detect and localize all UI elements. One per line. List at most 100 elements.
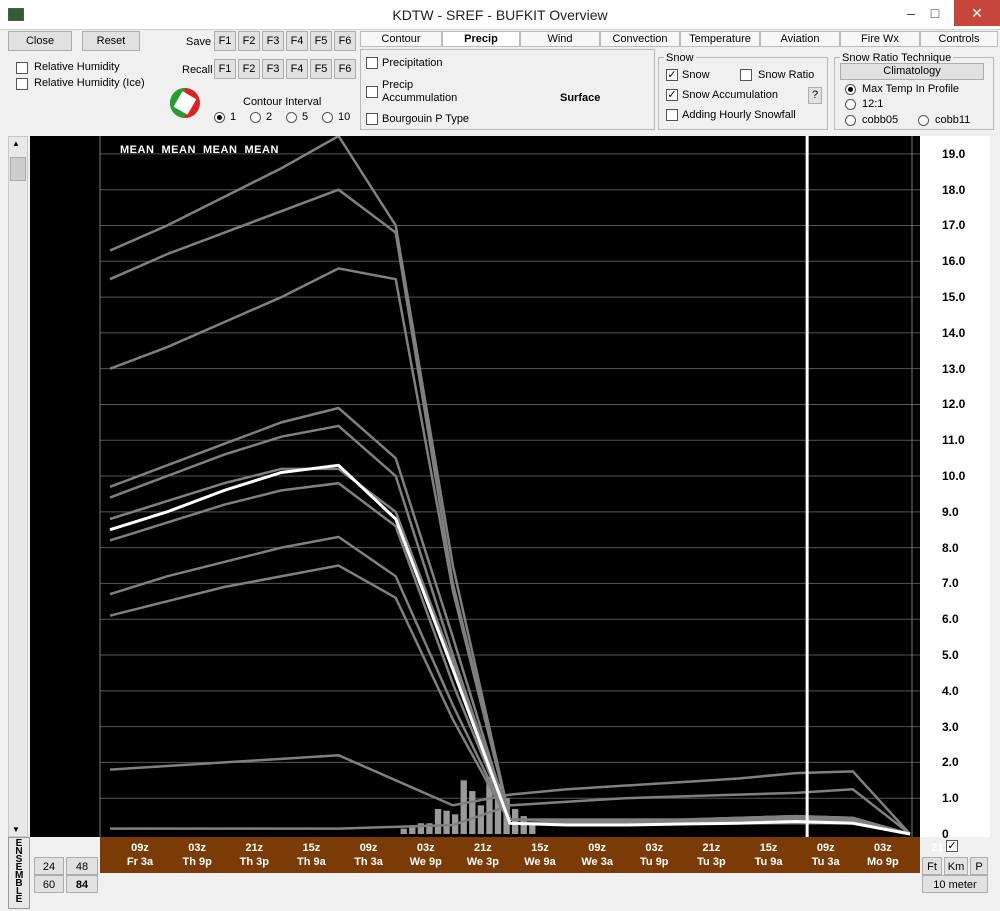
- recall-f4-button[interactable]: F4: [286, 59, 308, 79]
- hours-60-button[interactable]: 60: [34, 875, 64, 893]
- bufkit-logo-icon: [170, 88, 200, 118]
- tab-aviation[interactable]: Aviation: [760, 31, 840, 47]
- time-tick-day: Th 3p: [239, 856, 269, 868]
- save-label: Save: [186, 36, 212, 48]
- climatology-button[interactable]: Climatology: [840, 63, 984, 80]
- time-tick: 03z Tu 9p: [626, 841, 682, 869]
- hourly-snowfall-checkbox[interactable]: [666, 109, 678, 121]
- snow-accumulation-checkbox[interactable]: ✓: [666, 89, 678, 101]
- time-tick-hour: 09z: [131, 842, 149, 854]
- time-tick: 15z Tu 9a: [741, 841, 797, 869]
- tab-fire-wx[interactable]: Fire Wx: [840, 31, 920, 47]
- time-tick-day: Th 9a: [297, 856, 326, 868]
- hourly-snowfall-label: Adding Hourly Snowfall: [682, 109, 796, 121]
- time-tick-day: We 3a: [581, 856, 613, 868]
- tab-wind[interactable]: Wind: [520, 31, 600, 47]
- recall-f1-button[interactable]: F1: [214, 59, 236, 79]
- contour-interval-label: Contour Interval: [243, 96, 322, 108]
- precip-accumulation-checkbox[interactable]: [366, 86, 378, 98]
- time-tick-hour: 15z: [759, 842, 778, 854]
- save-f4-button[interactable]: F4: [286, 31, 308, 51]
- hours-24-button[interactable]: 24: [34, 857, 64, 875]
- tab-precip[interactable]: Precip: [442, 31, 520, 47]
- recall-f3-button[interactable]: F3: [262, 59, 284, 79]
- units-km-button[interactable]: Km: [944, 857, 968, 875]
- cobb05-radio[interactable]: [845, 115, 856, 126]
- snow-label: Snow: [682, 69, 710, 81]
- relative-humidity-ice-label: Relative Humidity (Ice): [34, 77, 145, 89]
- maximize-button[interactable]: □: [912, 0, 958, 26]
- save-f6-button[interactable]: F6: [334, 31, 356, 51]
- hours-48-button[interactable]: 48: [66, 857, 98, 875]
- snowfall-bar: [434, 808, 442, 834]
- snow-checkbox[interactable]: ✓: [666, 69, 678, 81]
- contour-interval-5-radio[interactable]: [286, 112, 297, 123]
- save-f5-button[interactable]: F5: [310, 31, 332, 51]
- time-tick: 09z Fr 3a: [112, 841, 168, 869]
- y-tick-label: 16.0: [942, 254, 966, 269]
- bourgouin-checkbox[interactable]: [366, 113, 378, 125]
- time-tick: 21z Th 3p: [226, 841, 282, 869]
- close-button[interactable]: Close: [8, 31, 72, 51]
- precipitation-checkbox[interactable]: [366, 57, 378, 69]
- snow-help-button[interactable]: ?: [808, 87, 822, 104]
- tab-contour[interactable]: Contour: [360, 31, 442, 47]
- vertical-scrollbar[interactable]: ▲ ▼: [8, 136, 28, 837]
- cobb11-radio[interactable]: [918, 115, 929, 126]
- save-f3-button[interactable]: F3: [262, 31, 284, 51]
- units-ft-button[interactable]: Ft: [922, 857, 942, 875]
- bottom-right-checkbox[interactable]: ✓: [946, 840, 958, 852]
- snowfall-bar: [477, 805, 485, 834]
- scroll-up-icon[interactable]: ▲: [12, 139, 20, 148]
- contour-interval-1-radio[interactable]: [214, 112, 225, 123]
- member-series-line: [109, 481, 911, 836]
- save-f2-button[interactable]: F2: [238, 31, 260, 51]
- recall-f5-button[interactable]: F5: [310, 59, 332, 79]
- time-tick-hour: 21z: [702, 842, 721, 854]
- y-tick-label: 8.0: [942, 540, 959, 555]
- member-series-line: [109, 267, 911, 836]
- y-tick-label: 2.0: [942, 755, 959, 770]
- contour-interval-10-radio[interactable]: [322, 112, 333, 123]
- close-window-button[interactable]: ✕: [954, 0, 1000, 26]
- save-f1-button[interactable]: F1: [214, 31, 236, 51]
- y-tick-label: 4.0: [942, 683, 959, 698]
- snow-group-label: Snow: [664, 52, 696, 64]
- title-bar: KDTW - SREF - BUFKIT Overview ‒ □ ✕: [0, 0, 1000, 30]
- units-p-button[interactable]: P: [970, 857, 988, 875]
- time-tick-hour: 15z: [531, 842, 549, 854]
- ratio-12-radio[interactable]: [845, 99, 856, 110]
- tab-temperature[interactable]: Temperature: [680, 31, 760, 47]
- time-tick: 03z Mo 9p: [855, 841, 911, 869]
- time-axis[interactable]: 09z Fr 3a 03z Th 9p 21z Th 3p 15z Th 9a 09z Th 3a…: [100, 837, 953, 873]
- relative-humidity-checkbox[interactable]: [16, 62, 28, 74]
- y-tick-label: 3.0: [942, 719, 959, 734]
- precip-overview-chart[interactable]: [30, 136, 920, 837]
- tab-controls[interactable]: Controls: [920, 31, 998, 47]
- max-temp-radio[interactable]: [845, 84, 856, 95]
- recall-f2-button[interactable]: F2: [238, 59, 260, 79]
- scroll-thumb[interactable]: [10, 157, 26, 181]
- member-series-line: [109, 406, 911, 836]
- y-tick-label: 10.0: [942, 469, 966, 484]
- ensemble-label: ENSEMBLE: [8, 837, 30, 909]
- max-temp-label: Max Temp In Profile: [862, 83, 960, 95]
- height-10-meter-button[interactable]: 10 meter: [922, 875, 988, 893]
- hours-84-button[interactable]: 84: [66, 875, 98, 893]
- time-tick-hour: 09z: [816, 842, 835, 854]
- relative-humidity-ice-checkbox[interactable]: [16, 78, 28, 90]
- reset-button[interactable]: Reset: [82, 31, 140, 51]
- tab-convection[interactable]: Convection: [600, 31, 680, 47]
- time-tick: 03z We 9p: [398, 841, 454, 869]
- time-tick-hour: 09z: [588, 842, 607, 854]
- y-tick-label: 18.0: [942, 182, 966, 197]
- time-tick: 21z Tu 3p: [683, 841, 739, 869]
- recall-f6-button[interactable]: F6: [334, 59, 356, 79]
- snow-ratio-checkbox[interactable]: [740, 69, 752, 81]
- time-tick-day: Th 3a: [354, 856, 383, 868]
- snowfall-bar: [512, 808, 519, 834]
- mean-labels: MEAN MEAN MEAN MEAN: [120, 144, 279, 156]
- window-title: KDTW - SREF - BUFKIT Overview: [392, 7, 608, 23]
- scroll-down-icon[interactable]: ▼: [12, 825, 20, 834]
- contour-interval-2-radio[interactable]: [250, 112, 261, 123]
